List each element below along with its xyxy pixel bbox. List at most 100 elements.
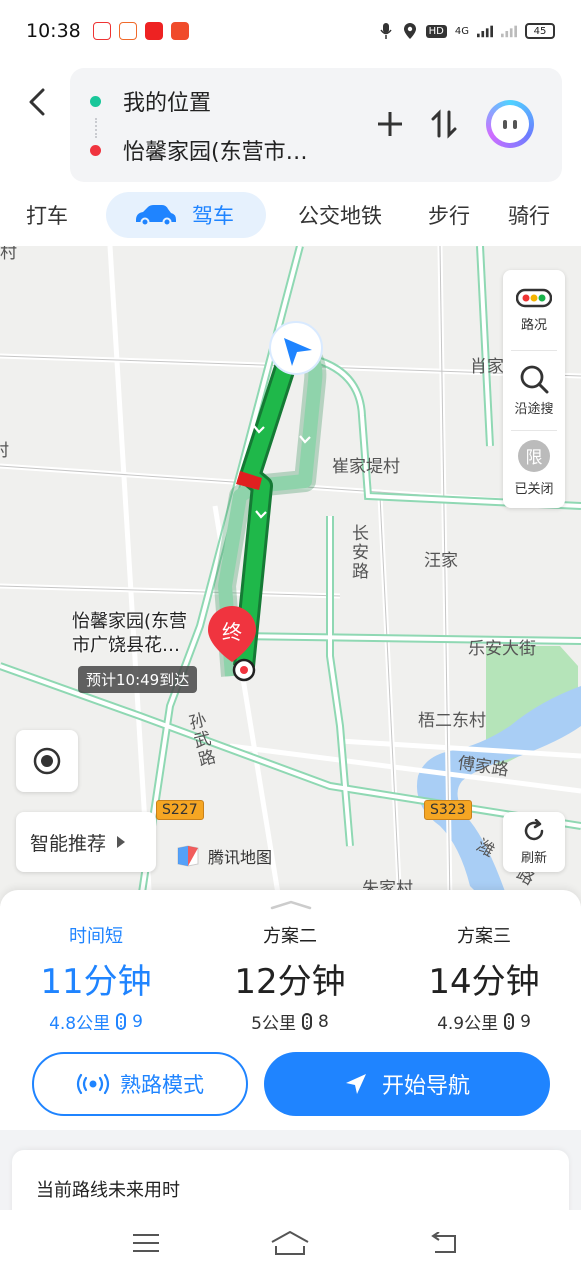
tab-bike[interactable]: 骑行: [508, 192, 550, 238]
map-label: 村: [0, 441, 9, 461]
location-icon: [402, 22, 418, 40]
sheet-handle-icon[interactable]: [270, 900, 312, 910]
origin-field[interactable]: 我的位置: [90, 81, 211, 121]
voice-assistant-button[interactable]: [486, 100, 534, 148]
broadcast-icon: [76, 1073, 110, 1095]
status-right: HD 4G 45: [378, 22, 555, 40]
system-nav-bar: [0, 1210, 581, 1278]
destination-dot-icon: [90, 144, 101, 156]
menu-button[interactable]: [126, 1226, 166, 1260]
notification-icons: [92, 22, 189, 40]
tab-drive[interactable]: 驾车: [106, 192, 266, 238]
battery-icon: 45: [525, 23, 555, 39]
plan-title: 方案三: [457, 926, 511, 947]
destination-field[interactable]: 怡馨家园(东营市…: [90, 130, 308, 170]
plan-duration: 12分钟: [234, 962, 346, 1002]
origin-dot-icon: [90, 95, 101, 107]
map-label: 汪家: [424, 551, 458, 571]
route-header: 我的位置 怡馨家园(东营市…: [0, 62, 581, 192]
swap-button[interactable]: [424, 104, 464, 144]
menu-icon: [133, 1234, 159, 1252]
refresh-icon: [524, 818, 544, 840]
eta-pill: 预计10:49到达: [78, 666, 198, 693]
tab-transit[interactable]: 公交地铁: [298, 192, 382, 238]
locate-button[interactable]: [16, 730, 78, 792]
smart-recommend-button[interactable]: 智能推荐: [16, 812, 156, 872]
tencent-map-logo-icon: [177, 845, 199, 867]
app-notif-icon: [144, 22, 163, 40]
plan-lights: 8: [318, 1011, 329, 1032]
plan-meta: 4.8公里 9: [6, 1009, 186, 1035]
network-type: 4G: [454, 25, 469, 37]
navigation-arrow-icon: [345, 1074, 366, 1094]
plan-meta: 4.9公里 9: [394, 1009, 574, 1035]
search-along-label: 沿途搜: [514, 401, 554, 417]
plan-lights: 9: [132, 1011, 143, 1032]
plan-card-3[interactable]: 方案三 14分钟 4.9公里 9: [394, 922, 574, 1034]
map-label: 梧二东村: [418, 711, 486, 731]
refresh-label: 刷新: [520, 850, 547, 866]
signal-icon: [477, 22, 493, 40]
tab-taxi[interactable]: 打车: [26, 192, 68, 238]
car-icon: [136, 205, 176, 226]
plan-duration: 11分钟: [40, 962, 152, 1002]
return-icon: [431, 1232, 456, 1253]
assistant-face-icon: [491, 105, 529, 143]
restriction-icon: 限: [518, 439, 550, 472]
map-label: 崔家堤村: [332, 457, 400, 477]
highway-shield: S323: [424, 800, 472, 820]
restriction-button[interactable]: 限 已关闭: [503, 430, 565, 506]
back-arrow-icon: [29, 88, 45, 116]
status-time: 10:38: [26, 20, 81, 42]
future-time-title: 当前路线未来用时: [36, 1180, 180, 1201]
traffic-label: 路况: [520, 317, 547, 333]
refresh-button[interactable]: 刷新: [503, 812, 565, 872]
tab-walk[interactable]: 步行: [428, 192, 470, 238]
status-bar: 10:38 HD 4G 45: [0, 0, 581, 62]
traffic-button[interactable]: 路况: [503, 272, 565, 348]
plan-title: 方案二: [263, 926, 317, 947]
plan-card-2[interactable]: 方案二 12分钟 5公里 8: [200, 922, 380, 1034]
plan-distance: 4.8公里: [49, 1014, 111, 1034]
map-brand: 腾讯地图: [176, 844, 272, 868]
locate-icon: [33, 747, 61, 775]
triangle-right-icon: [117, 836, 126, 848]
mic-icon: [378, 22, 394, 40]
familiar-route-button[interactable]: 熟路模式: [32, 1052, 248, 1116]
traffic-light-icon: [516, 288, 552, 307]
start-navigation-button[interactable]: 开始导航: [264, 1052, 550, 1116]
app-notif-icon: [92, 22, 111, 40]
map-label: 村: [0, 246, 17, 263]
highway-shield: S227: [156, 800, 204, 820]
app-screen: 10:38 HD 4G 45 我的位置 怡馨家园(东营市… 打车 驾车 公交地铁…: [0, 0, 581, 1278]
back-nav-button[interactable]: [422, 1226, 462, 1260]
search-along-button[interactable]: 沿途搜: [503, 352, 565, 428]
brand-text: 腾讯地图: [208, 848, 273, 867]
home-button[interactable]: [270, 1226, 310, 1260]
travel-mode-tabs: 打车 驾车 公交地铁 步行 骑行: [0, 192, 581, 244]
traffic-light-count-icon: [504, 1013, 515, 1030]
destination-map-label: 怡馨家园(东营 市广饶县花…: [72, 611, 188, 656]
traffic-light-count-icon: [116, 1013, 127, 1030]
traffic-light-count-icon: [302, 1013, 312, 1030]
hd-badge: HD: [425, 24, 447, 38]
map-label: 肖家: [470, 357, 504, 377]
plan-card-1[interactable]: 时间短 11分钟 4.8公里 9: [6, 922, 186, 1034]
map-view[interactable]: 肖家 崔家堤村 汪家 长安路 乐安大街 梧二东村 傅家路 孙武路 朱家村 潍 路…: [0, 246, 581, 906]
back-button[interactable]: [22, 82, 52, 122]
map-canvas: [0, 246, 581, 906]
route-input-box: 我的位置 怡馨家园(东营市…: [70, 68, 562, 182]
home-icon: [271, 1231, 309, 1255]
plus-icon: [378, 112, 402, 136]
app-notif-icon: [170, 22, 189, 40]
smart-recommend-label: 智能推荐: [30, 832, 107, 855]
end-marker-text: 终: [222, 620, 242, 644]
tab-drive-label: 驾车: [192, 204, 234, 228]
add-waypoint-button[interactable]: [370, 104, 410, 144]
destination-text: 怡馨家园(东营市…: [123, 140, 308, 165]
signal-2-icon: [501, 22, 517, 40]
map-label: 乐安大街: [468, 639, 536, 659]
swap-icon: [431, 109, 457, 139]
plan-lights: 9: [520, 1011, 531, 1032]
end-marker[interactable]: 终: [206, 604, 258, 684]
